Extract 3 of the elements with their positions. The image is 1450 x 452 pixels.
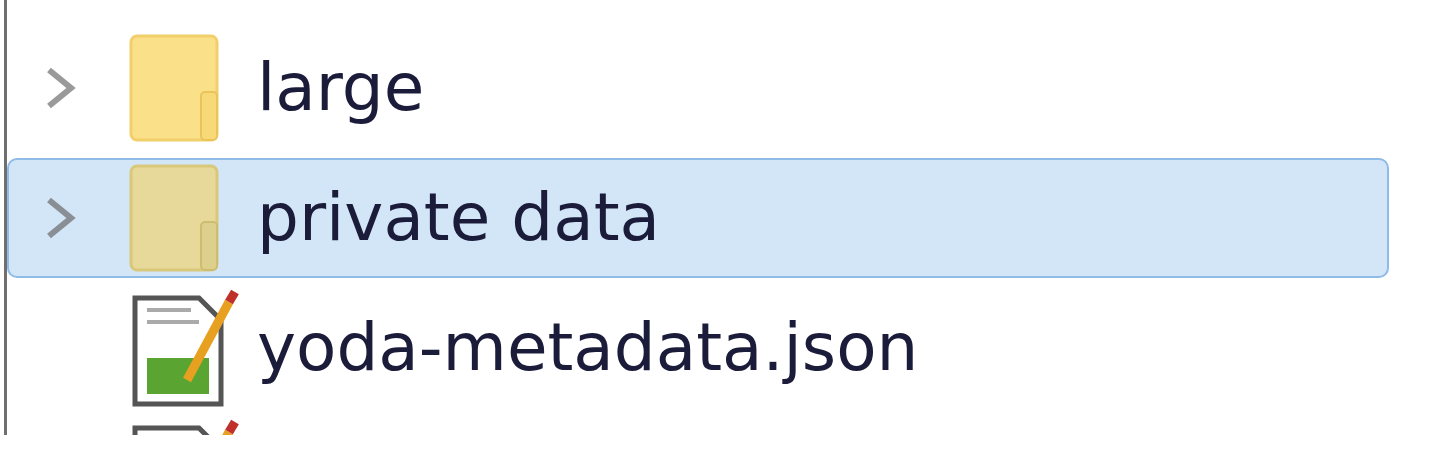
folder-icon bbox=[129, 34, 221, 142]
tree-item[interactable]: private data bbox=[7, 158, 1389, 278]
folder-icon bbox=[129, 164, 221, 272]
